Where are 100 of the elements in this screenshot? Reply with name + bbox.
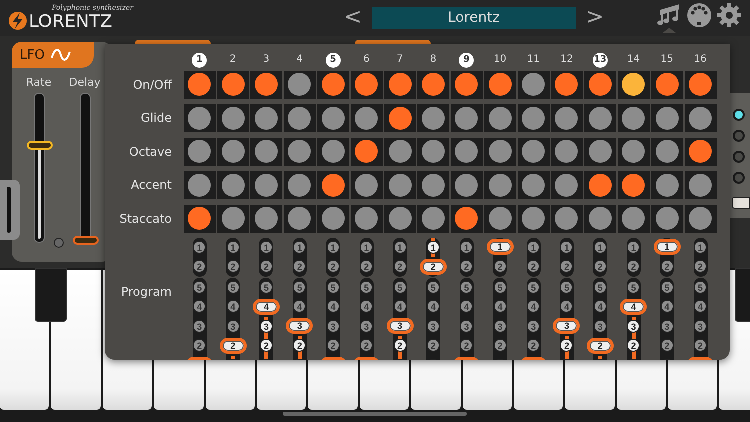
step-toggle[interactable] xyxy=(250,204,282,233)
program-slot[interactable]: 5 xyxy=(660,280,674,294)
step-toggle[interactable] xyxy=(518,171,550,200)
program-slot[interactable]: 4 xyxy=(694,300,708,314)
step-toggle[interactable] xyxy=(350,104,383,132)
step-toggle[interactable] xyxy=(317,171,350,200)
program-slot[interactable]: 2 xyxy=(326,260,340,274)
step-toggle[interactable] xyxy=(618,171,650,200)
step-toggle[interactable] xyxy=(550,70,583,99)
program-slot[interactable]: 5 xyxy=(594,280,607,294)
program-slot[interactable]: 2 xyxy=(627,339,640,352)
step-toggle[interactable] xyxy=(350,204,383,233)
step-toggle[interactable] xyxy=(284,104,316,132)
program-slot[interactable]: 4 xyxy=(494,300,507,314)
step-toggle[interactable] xyxy=(217,104,250,132)
step-toggle[interactable] xyxy=(284,204,316,233)
program-slot[interactable]: 3 xyxy=(260,320,273,333)
step-toggle[interactable] xyxy=(550,171,583,200)
program-slot[interactable]: 3 xyxy=(694,320,708,333)
program-slot[interactable]: 4 xyxy=(326,300,340,314)
step-toggle[interactable] xyxy=(417,204,450,233)
program-slot[interactable]: 5 xyxy=(426,280,440,294)
step-toggle[interactable] xyxy=(284,138,316,166)
program-slot[interactable]: 2 xyxy=(694,339,708,352)
program-slot[interactable]: 5 xyxy=(226,280,240,294)
step-toggle[interactable] xyxy=(384,138,416,166)
next-button[interactable]: > xyxy=(584,6,606,30)
step-toggle[interactable] xyxy=(651,171,684,200)
program-slot[interactable]: 1 xyxy=(594,240,607,254)
program-slot[interactable]: 5 xyxy=(394,280,407,294)
step-toggle[interactable] xyxy=(618,104,650,132)
step-toggle[interactable] xyxy=(618,204,650,233)
radio-button[interactable] xyxy=(733,130,745,142)
step-toggle[interactable] xyxy=(417,171,450,200)
step-toggle[interactable] xyxy=(350,138,383,166)
program-slot[interactable]: 3 xyxy=(326,320,340,333)
step-toggle[interactable] xyxy=(550,138,583,166)
program-slot[interactable]: 5 xyxy=(627,280,640,294)
program-slot[interactable]: 4 xyxy=(193,300,206,314)
program-slot[interactable]: 5 xyxy=(560,280,574,294)
program-slot[interactable]: 3 xyxy=(386,318,414,334)
program-slot[interactable]: 5 xyxy=(494,280,507,294)
side-button[interactable] xyxy=(732,197,750,209)
program-slot[interactable]: 3 xyxy=(193,320,206,333)
step-toggle[interactable] xyxy=(284,171,316,200)
step-toggle[interactable] xyxy=(217,70,250,99)
program-slot[interactable]: 1 xyxy=(193,240,206,254)
program-slot[interactable]: 1 xyxy=(460,240,474,254)
radio-button[interactable] xyxy=(733,151,745,163)
step-toggle[interactable] xyxy=(684,70,717,99)
program-slot[interactable]: 2 xyxy=(360,339,374,352)
step-toggle[interactable] xyxy=(651,204,684,233)
program-slot[interactable]: 2 xyxy=(460,339,474,352)
program-slot[interactable]: 2 xyxy=(527,339,540,352)
program-slot[interactable]: 4 xyxy=(360,300,374,314)
step-toggle[interactable] xyxy=(184,104,216,132)
step-toggle[interactable] xyxy=(618,138,650,166)
program-slot[interactable]: 2 xyxy=(260,260,273,274)
step-toggle[interactable] xyxy=(450,171,483,200)
program-slot[interactable]: 2 xyxy=(594,260,607,274)
step-toggle[interactable] xyxy=(450,204,483,233)
program-slot[interactable]: 5 xyxy=(527,280,540,294)
step-toggle[interactable] xyxy=(584,204,616,233)
step-toggle[interactable] xyxy=(217,138,250,166)
program-slot[interactable]: 1 xyxy=(486,239,514,256)
program-slot[interactable]: 3 xyxy=(527,320,540,333)
program-slot[interactable]: 2 xyxy=(527,260,540,274)
program-slot[interactable]: 2 xyxy=(560,339,574,352)
program-slot[interactable]: 3 xyxy=(360,320,374,333)
step-toggle[interactable] xyxy=(417,70,450,99)
program-slot[interactable]: 2 xyxy=(394,339,407,352)
program-slot[interactable]: 2 xyxy=(460,260,474,274)
program-slot[interactable]: 3 xyxy=(494,320,507,333)
step-toggle[interactable] xyxy=(350,70,383,99)
program-slot[interactable]: 5 xyxy=(460,280,474,294)
step-toggle[interactable] xyxy=(584,171,616,200)
step-toggle[interactable] xyxy=(651,138,684,166)
program-slot[interactable]: 4 xyxy=(660,300,674,314)
step-toggle[interactable] xyxy=(684,171,717,200)
program-slot[interactable]: 3 xyxy=(426,320,440,333)
step-toggle[interactable] xyxy=(184,171,216,200)
music-notes-icon[interactable] xyxy=(657,3,682,33)
program-slot[interactable]: 2 xyxy=(260,339,273,352)
program-slot[interactable]: 5 xyxy=(260,280,273,294)
step-toggle[interactable] xyxy=(618,70,650,99)
program-slot[interactable]: 2 xyxy=(494,339,507,352)
program-slot[interactable]: 4 xyxy=(594,300,607,314)
program-slot[interactable]: 3 xyxy=(286,318,314,334)
program-slot[interactable]: 2 xyxy=(193,260,206,274)
program-slot[interactable]: 2 xyxy=(660,339,674,352)
program-slot[interactable]: 1 xyxy=(560,240,574,254)
step-toggle[interactable] xyxy=(384,70,416,99)
step-toggle[interactable] xyxy=(184,204,216,233)
program-slot[interactable]: 1 xyxy=(654,239,681,256)
step-toggle[interactable] xyxy=(217,171,250,200)
program-slot[interactable]: 2 xyxy=(360,260,374,274)
program-slot[interactable]: 1 xyxy=(360,240,374,254)
step-toggle[interactable] xyxy=(484,204,516,233)
step-toggle[interactable] xyxy=(317,104,350,132)
previous-button[interactable]: < xyxy=(342,6,364,30)
